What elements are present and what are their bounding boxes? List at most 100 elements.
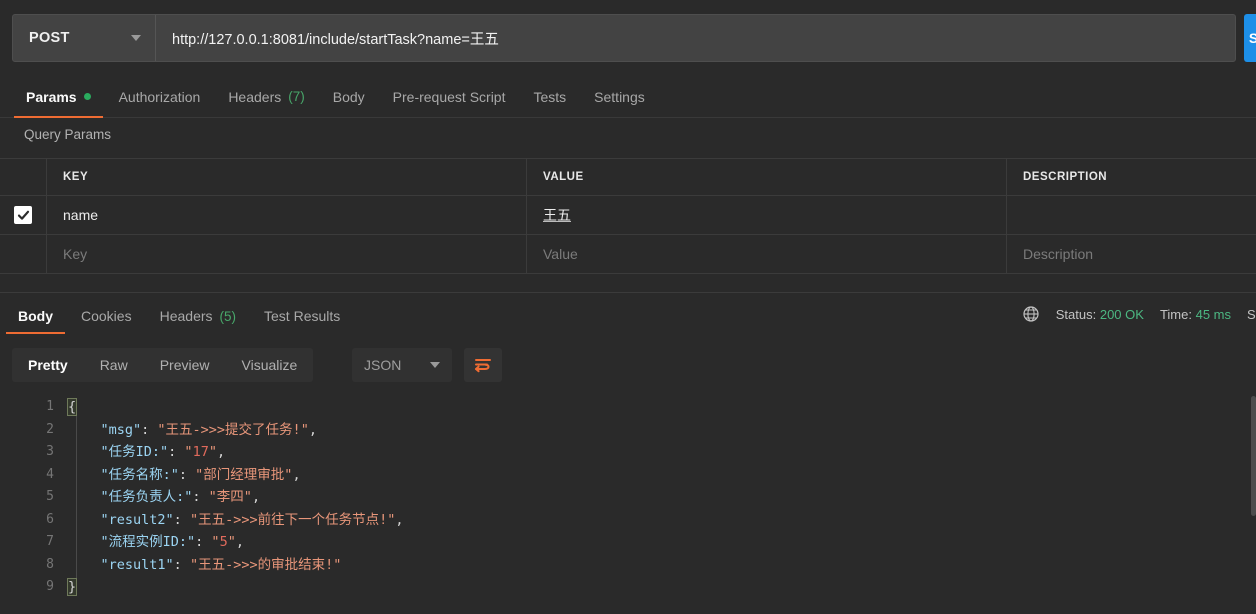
new-row-key-input[interactable]: Key — [63, 246, 87, 262]
token-punc: , — [292, 466, 301, 483]
line-content: "result2": "王五->>>前往下一个任务节点!", — [68, 509, 404, 532]
token-punc: : — [192, 489, 209, 505]
line-content: "任务ID:": "17", — [68, 441, 226, 464]
status-label-group: Status: 200 OK — [1056, 307, 1144, 322]
new-row-value-input[interactable]: Value — [543, 246, 578, 262]
line-content: } — [66, 576, 78, 599]
token-str: "王五->>>的审批结束!" — [189, 556, 342, 573]
token-str: "王五->>>前往下一个任务节点!" — [189, 511, 396, 528]
time-label-group: Time: 45 ms — [1160, 307, 1231, 322]
response-tab-headers-label: Headers — [159, 308, 213, 324]
response-tab-body-label: Body — [18, 308, 53, 324]
line-content: "任务负责人:": "李四", — [68, 486, 261, 509]
tab-params[interactable]: Params — [12, 76, 105, 118]
time-value: 45 ms — [1195, 306, 1231, 322]
line-number: 3 — [46, 444, 54, 459]
row-key-input[interactable]: name — [63, 207, 98, 223]
token-key: "任务名称:" — [100, 466, 179, 483]
token-str: "王五->>>提交了任务!" — [157, 421, 309, 438]
response-body-scrollbar[interactable] — [1251, 396, 1256, 516]
response-language-selector[interactable]: JSON — [352, 348, 452, 382]
token-punc: , — [235, 534, 244, 550]
response-tab-cookies-label: Cookies — [81, 308, 132, 324]
response-format-segmented-control: Pretty Raw Preview Visualize — [12, 348, 314, 382]
line-number: 7 — [46, 534, 54, 549]
url-bar-container: POST http://127.0.0.1:8081/include/start… — [12, 14, 1236, 62]
code-line: 8 "result1": "王五->>>的审批结束!" — [0, 554, 1256, 577]
code-line: 4 "任务名称:": "部门经理审批", — [0, 464, 1256, 487]
tab-body-label: Body — [332, 88, 365, 105]
line-content: "流程实例ID:": "5", — [68, 531, 244, 554]
tab-tests[interactable]: Tests — [519, 76, 580, 118]
line-number: 1 — [46, 399, 54, 414]
token-punc: , — [251, 489, 261, 505]
new-row-description-input[interactable]: Description — [1023, 246, 1093, 262]
token-key: "任务ID:" — [100, 444, 169, 460]
line-number: 8 — [46, 556, 54, 572]
response-meta-bar: Status: 200 OK Time: 45 ms S — [1022, 305, 1256, 323]
globe-icon[interactable] — [1022, 305, 1040, 323]
column-header-key: KEY — [63, 171, 89, 183]
response-tab-headers[interactable]: Headers (5) — [146, 296, 250, 336]
code-line: 5 "任务负责人:": "李四", — [0, 486, 1256, 509]
token-key: "流程实例ID:" — [100, 534, 196, 550]
unsaved-dot-icon — [83, 93, 91, 100]
code-line: 9} — [0, 576, 1256, 599]
tab-pre-request-script-label: Pre-request Script — [392, 88, 506, 105]
token-punc: : — [141, 421, 158, 438]
column-header-description: DESCRIPTION — [1023, 171, 1108, 183]
http-method-selector[interactable]: POST — [13, 15, 156, 61]
line-number: 6 — [46, 511, 54, 527]
request-url-bar: POST http://127.0.0.1:8081/include/start… — [0, 0, 1256, 76]
tab-pre-request-script[interactable]: Pre-request Script — [379, 76, 520, 118]
chevron-down-icon — [430, 362, 440, 368]
response-body-viewer[interactable]: 1 {2 "msg": "王五->>>提交了任务!", 3 "任务ID:": "17… — [0, 396, 1256, 614]
response-tab-test-results[interactable]: Test Results — [250, 296, 354, 336]
format-preview-button[interactable]: Preview — [144, 348, 226, 382]
query-params-table: KEY VALUE DESCRIPTION name 王五 Key Value … — [0, 158, 1256, 274]
request-tab-bar: Params Authorization Headers (7) Body Pr… — [0, 76, 1256, 118]
tab-settings[interactable]: Settings — [580, 76, 659, 118]
response-tab-body[interactable]: Body — [4, 296, 67, 336]
request-url-input[interactable]: http://127.0.0.1:8081/include/startTask?… — [156, 15, 1235, 61]
code-line: 3 "任务ID:": "17", — [0, 441, 1256, 464]
token-punc: : — [168, 444, 185, 460]
token-punc: : — [195, 534, 212, 550]
code-line: 7 "流程实例ID:": "5", — [0, 531, 1256, 554]
format-raw-button[interactable]: Raw — [84, 348, 144, 382]
tab-params-label: Params — [26, 88, 77, 105]
row-enabled-checkbox[interactable] — [14, 206, 32, 224]
response-divider — [0, 292, 1256, 293]
line-number: 2 — [46, 421, 54, 437]
query-params-title: Query Params — [24, 127, 112, 142]
token-str: "部门经理审批" — [195, 466, 293, 483]
placeholder-checkbox-cell — [0, 235, 46, 273]
code-lines-container: 1 {2 "msg": "王五->>>提交了任务!", 3 "任务ID:": "17… — [0, 396, 1256, 599]
format-pretty-button[interactable]: Pretty — [12, 348, 84, 382]
row-checkbox-cell — [0, 196, 46, 234]
response-tab-cookies[interactable]: Cookies — [67, 296, 146, 336]
format-visualize-button[interactable]: Visualize — [226, 348, 314, 382]
word-wrap-toggle-button[interactable] — [464, 348, 502, 382]
tab-authorization[interactable]: Authorization — [105, 76, 215, 118]
tab-headers[interactable]: Headers (7) — [214, 76, 318, 118]
line-content: "msg": "王五->>>提交了任务!", — [68, 419, 317, 442]
send-button[interactable]: Send — [1244, 14, 1256, 62]
token-key: "result2" — [100, 511, 174, 528]
line-number: 9 — [46, 579, 54, 594]
line-content: { — [66, 396, 78, 419]
table-header-row: KEY VALUE DESCRIPTION — [0, 158, 1256, 196]
response-format-toolbar: Pretty Raw Preview Visualize JSON — [0, 348, 1256, 390]
token-key: "result1" — [100, 556, 174, 573]
token-str: " — [208, 444, 217, 460]
token-key: "任务负责人:" — [100, 489, 193, 505]
token-punc: , — [395, 511, 404, 528]
row-value-input[interactable]: 王五 — [543, 205, 571, 225]
word-wrap-icon — [475, 359, 491, 373]
token-num: 17 — [192, 444, 209, 460]
tab-body[interactable]: Body — [319, 76, 379, 118]
header-cell-checkbox — [0, 159, 46, 195]
